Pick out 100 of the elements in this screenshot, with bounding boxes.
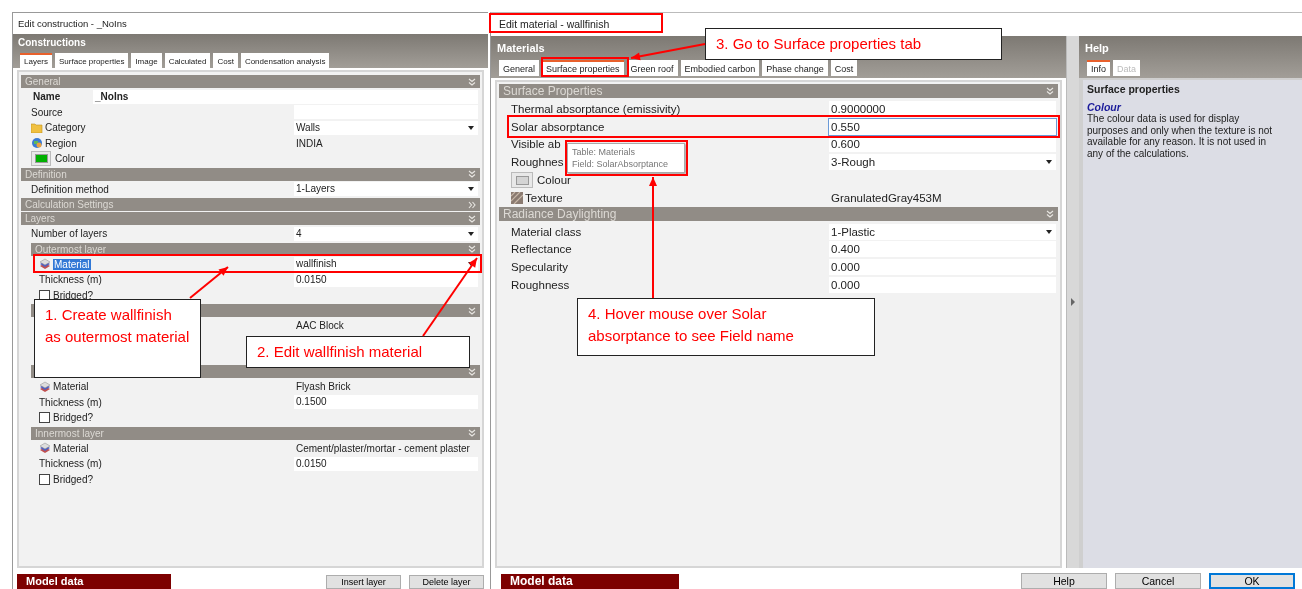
value-field[interactable]: 0.1500 (294, 395, 478, 410)
tab[interactable]: Cost (830, 60, 858, 76)
value-field[interactable]: 0.000 (829, 259, 1056, 276)
tab[interactable]: Image (131, 53, 162, 68)
collapse-icon[interactable] (468, 429, 476, 437)
field-label: Definition method (31, 183, 109, 195)
tab[interactable]: Info (1087, 60, 1110, 76)
colour-swatch[interactable] (511, 172, 533, 189)
name-field[interactable]: _NoIns (93, 89, 478, 104)
help-topic: Colour (1087, 101, 1123, 113)
field-value: INDIA (295, 137, 323, 149)
panel-title: Materials (497, 41, 545, 56)
collapse-icon[interactable] (468, 77, 476, 86)
caret-icon (1046, 160, 1052, 165)
field-label: Number of layers (31, 228, 108, 240)
field-label: Specularity (511, 261, 568, 274)
tab[interactable]: Surface properties (55, 53, 129, 68)
collapse-icon[interactable] (1046, 209, 1054, 218)
field-label: Bridged? (53, 289, 94, 301)
folder-icon (31, 122, 43, 133)
field-label: Material class (511, 225, 582, 238)
field-label: Solar absorptance (511, 120, 605, 133)
button[interactable]: Cancel (1115, 573, 1201, 589)
collapse-icon[interactable] (1046, 87, 1054, 95)
globe-icon (31, 137, 43, 150)
tab[interactable]: Calculated (164, 53, 211, 68)
field-label: Reflectance (511, 243, 572, 256)
field-label: Region (45, 137, 77, 149)
field-label: Thickness (m) (39, 458, 102, 470)
expand-icon[interactable] (1071, 298, 1075, 306)
callout-tooltip: 4. Hover mouse over Solar absorptance to see Field name (577, 298, 875, 356)
layers-icon (39, 380, 51, 393)
collapse-icon[interactable] (468, 170, 476, 178)
panel-title: Constructions (18, 36, 86, 50)
field-label: Texture (525, 191, 563, 204)
collapse-icon[interactable] (468, 306, 476, 315)
field-label: Visible ab (511, 138, 561, 151)
field-label: Thickness (m) (39, 274, 102, 286)
button[interactable]: Help (1021, 573, 1107, 589)
tab[interactable]: Condensation analysis (240, 53, 330, 68)
dropdown[interactable]: 3-Rough (829, 154, 1056, 171)
callout-tooltip: 2. Edit wallfinish material (246, 336, 470, 368)
field-value: AAC Block (295, 320, 344, 332)
collapse-icon[interactable] (468, 214, 476, 223)
dropdown[interactable]: 1-Plastic (829, 223, 1056, 240)
field-label: Thickness (m) (39, 396, 102, 408)
field-label: Roughness (511, 279, 570, 292)
expand-icon[interactable] (468, 200, 476, 209)
field-label: Material (53, 258, 91, 270)
tooltip-text: Field: SolarAbsorptance (572, 158, 670, 170)
tab[interactable]: Surface properties (542, 60, 624, 76)
caret-icon (1046, 229, 1052, 234)
colour-swatch[interactable] (31, 151, 51, 167)
help-text: The colour data is used for display purposes and only when the texture is not available for any reason. It is not used in any of the calculations. (1087, 113, 1274, 159)
layers-icon (39, 442, 51, 455)
collapse-icon[interactable] (468, 367, 476, 376)
dropdown[interactable]: 1-Layers (294, 182, 478, 197)
panel-title: Help (1085, 41, 1109, 56)
tab[interactable]: Embodied carbon (680, 60, 760, 76)
field-label: Name (32, 91, 62, 103)
field-value: Cement/plaster/mortar - cement plaster (295, 442, 470, 454)
help-heading: Surface properties (1087, 83, 1181, 95)
field-label: Source (31, 106, 63, 118)
dropdown[interactable]: wallfinish (294, 257, 478, 272)
tab[interactable]: Cost (213, 53, 238, 68)
field-label: Thermal absorptance (emissivity) (511, 102, 681, 115)
tab[interactable]: General (499, 60, 540, 76)
caret-icon (468, 231, 474, 236)
field-label: Bridged? (53, 473, 94, 485)
dropdown[interactable]: Walls (294, 120, 478, 135)
field-label: Colour (537, 174, 571, 187)
value-field[interactable]: 0.000 (829, 277, 1056, 294)
model-data-bar[interactable]: Model data (501, 574, 679, 589)
model-data-bar[interactable]: Model data (17, 574, 171, 589)
tab[interactable]: Layers (20, 53, 52, 68)
field-label: Roughnes (511, 156, 564, 169)
field-label: Colour (55, 153, 85, 165)
value-field[interactable]: 0.400 (829, 241, 1056, 258)
callout-tooltip: 1. Create wallfinish as outermost material (34, 299, 201, 378)
field-label: Material (53, 381, 89, 393)
texture-icon (511, 191, 523, 204)
checkbox[interactable] (39, 473, 50, 485)
layers-icon (39, 258, 51, 271)
button[interactable]: Insert layer (326, 575, 401, 589)
tab[interactable]: Phase change (762, 60, 828, 76)
collapse-icon[interactable] (468, 245, 476, 253)
checkbox[interactable] (39, 412, 50, 424)
tab[interactable]: Green roof (626, 60, 678, 76)
field-value: GranulatedGray453M (830, 191, 942, 204)
value-field[interactable]: 0.0150 (294, 456, 478, 471)
tooltip-text: Table: Materials (572, 146, 637, 158)
field-label: Bridged? (53, 412, 94, 424)
dropdown[interactable]: 4 (294, 226, 478, 241)
button[interactable]: Delete layer (409, 575, 484, 589)
arrow (189, 266, 229, 299)
value-field[interactable]: 0.550 (829, 118, 1056, 135)
button[interactable]: OK (1209, 573, 1295, 589)
field-label: Category (45, 122, 86, 134)
caret-icon (468, 125, 474, 130)
value-field[interactable]: 0.9000000 (829, 100, 1056, 117)
